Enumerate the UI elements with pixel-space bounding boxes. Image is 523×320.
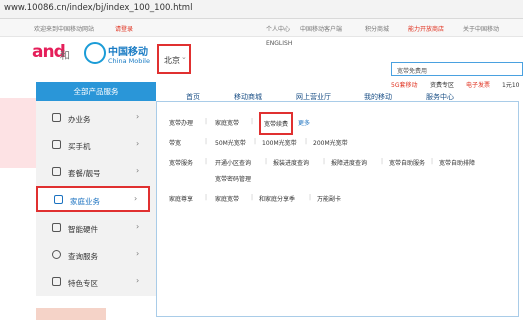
link-broadband-renew[interactable]: 宽带续费 [259, 112, 294, 135]
search-placeholder: 宽带免费用 [397, 68, 428, 75]
link-more[interactable]: 更多 [298, 118, 310, 127]
sublink-invoice[interactable]: 电子发票 [466, 80, 490, 89]
category-menu: 办业务 › 买手机 › 套餐/靓号 › 家庭业务 › 智能硬件 › 查询服务 ›… [36, 101, 156, 296]
search-input[interactable]: 宽带免费用 [391, 62, 523, 76]
chevron-right-icon: › [136, 276, 140, 285]
link-repair-progress[interactable]: 报障进度查询 [331, 158, 367, 167]
home-icon [54, 195, 63, 204]
link-self-service[interactable]: 宽带自助服务 [389, 158, 425, 167]
search-icon [52, 250, 61, 259]
top-link-about[interactable]: 关于中国移动 [463, 24, 499, 33]
sublink-tariff[interactable]: 资费专区 [430, 80, 454, 89]
menu-item-home-business[interactable]: 家庭业务 › [36, 186, 150, 212]
address-bar[interactable]: www.10086.cn/index/bj/index_100_100.html [0, 0, 523, 19]
phone-icon [52, 140, 61, 149]
welcome-text: 欢迎来到中国移动网站 [34, 26, 95, 33]
link-50m[interactable]: 50M光宽带 [215, 138, 246, 147]
sublink-promo[interactable]: 1元10 [502, 80, 519, 89]
and-logo-he: 和 [60, 51, 70, 62]
city-selector[interactable]: 北京 ⌄ [157, 44, 191, 74]
banner-bottom-edge [36, 308, 106, 320]
row-category: 宽带服务 [169, 160, 194, 167]
star-icon [52, 277, 61, 286]
menu-item-plans[interactable]: 套餐/靓号 › [36, 160, 156, 185]
all-products-header[interactable]: 全部产品服务 [36, 82, 156, 101]
menu-item-query[interactable]: 查询服务 › [36, 243, 156, 268]
top-link-client[interactable]: 中国移动客户端 [300, 24, 342, 33]
row-category: 宽带办理 [169, 120, 194, 127]
sublink-5g[interactable]: 5G套移动 [391, 80, 417, 89]
card-icon [52, 167, 61, 176]
chevron-right-icon: › [136, 139, 140, 148]
url-text: www.10086.cn/index/bj/index_100_100.html [4, 3, 193, 13]
chevron-right-icon: › [136, 222, 140, 231]
device-icon [52, 223, 61, 232]
link-password-manage[interactable]: 宽带密码管理 [215, 174, 251, 183]
banner-left-edge [0, 98, 36, 168]
chevron-down-icon: ⌄ [181, 53, 187, 61]
china-mobile-en: China Mobile [108, 57, 150, 65]
china-mobile-logo-icon[interactable] [84, 42, 106, 64]
link-200m[interactable]: 200M光宽带 [313, 138, 348, 147]
chevron-right-icon: › [134, 194, 138, 203]
link-family-broadband-2[interactable]: 家庭宽带 [215, 194, 239, 203]
menu-item-hardware[interactable]: 智能硬件 › [36, 216, 156, 241]
home-business-panel: 宽带办理 | 家庭宽带 | 宽带续费 更多 带宽 | 50M光宽带 | 100M… [156, 101, 519, 317]
menu-item-phones[interactable]: 买手机 › [36, 133, 156, 158]
top-bar: 欢迎来到中国移动网站 请登录 个人中心 中国移动客户端 积分商城 能力开放商店 … [0, 19, 523, 37]
row-category: 带宽 [169, 140, 182, 147]
china-mobile-name: 中国移动 [108, 47, 148, 58]
top-link-points[interactable]: 积分商城 [365, 24, 389, 33]
menu-item-business[interactable]: 办业务 › [36, 106, 156, 131]
link-family-broadband[interactable]: 家庭宽带 [215, 118, 239, 127]
link-family-share[interactable]: 和家庭分享季 [259, 194, 295, 203]
link-install-progress[interactable]: 报装进度查询 [273, 158, 309, 167]
chevron-right-icon: › [136, 249, 140, 258]
link-100m[interactable]: 100M光宽带 [262, 138, 297, 147]
row-category: 家庭尊享 [169, 196, 194, 203]
briefcase-icon [52, 113, 61, 122]
chevron-right-icon: › [136, 166, 140, 175]
top-link-store[interactable]: 能力开放商店 [408, 24, 444, 33]
english-link[interactable]: ENGLISH [266, 40, 292, 47]
city-label: 北京 [164, 56, 180, 65]
link-self-troubleshoot[interactable]: 宽带自助排障 [439, 158, 475, 167]
login-link[interactable]: 请登录 [115, 24, 133, 33]
link-universal-card[interactable]: 万能副卡 [317, 194, 341, 203]
top-link-personal[interactable]: 个人中心 [266, 24, 290, 33]
chevron-right-icon: › [136, 112, 140, 121]
link-area-query[interactable]: 开通小区查询 [215, 158, 251, 167]
menu-item-special[interactable]: 特色专区 › [36, 270, 156, 295]
